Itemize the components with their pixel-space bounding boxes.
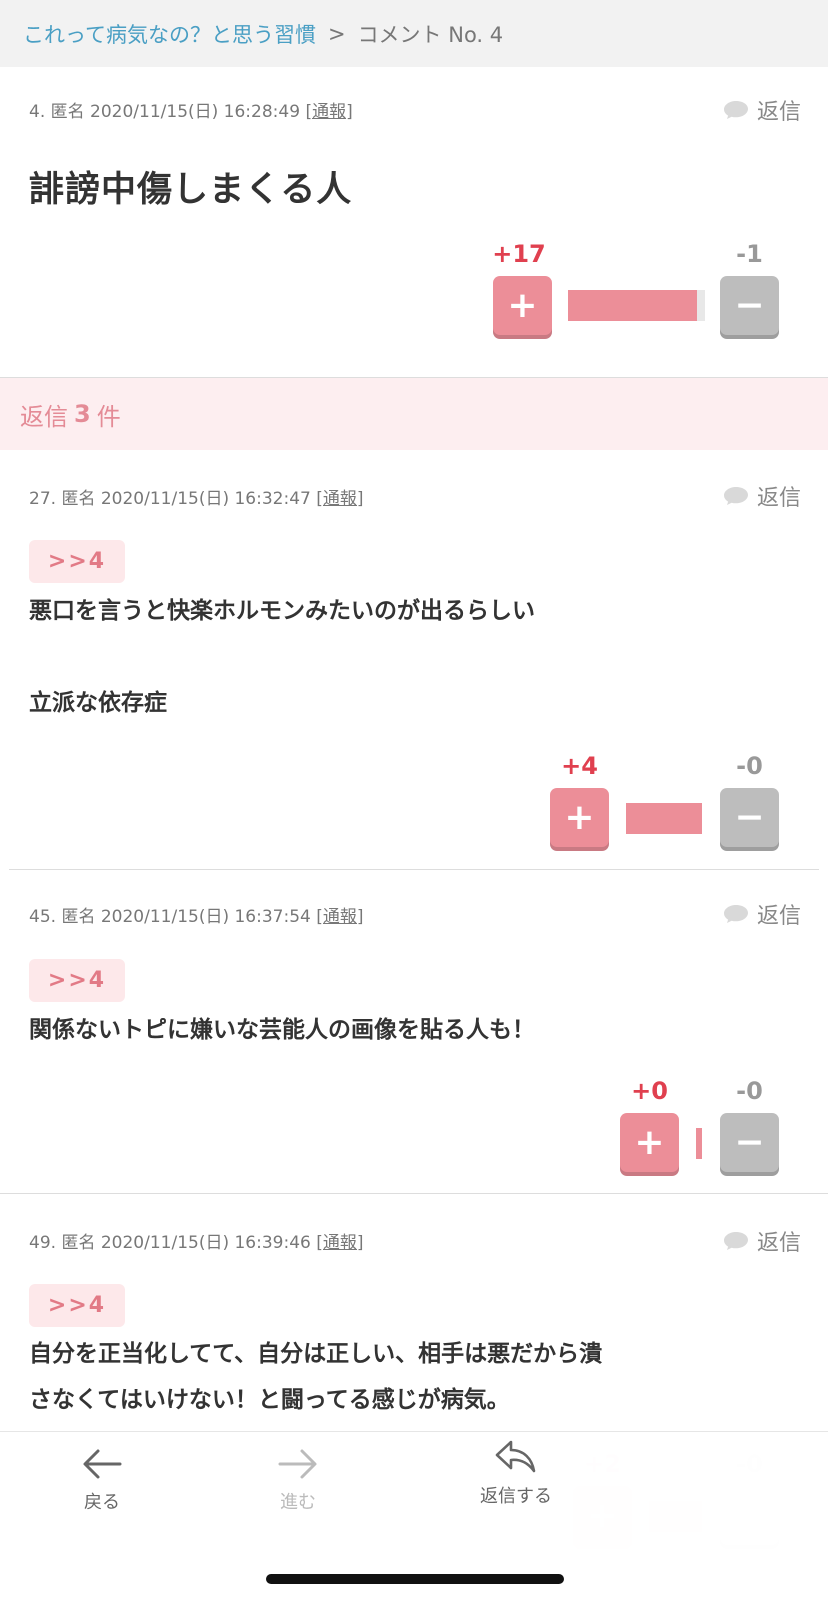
forward-label: 進む — [280, 1492, 316, 1513]
divider — [9, 869, 819, 870]
replies-header: 返信 3 件 — [0, 378, 828, 450]
anchor-link[interactable]: >>4 — [29, 1284, 125, 1327]
comment-text: 関係ないトピに嫌いな芸能人の画像を貼る人も！ — [29, 1017, 535, 1043]
plus-count: +17 — [492, 240, 546, 268]
plus-icon: + — [507, 284, 538, 326]
speech-bubble-icon — [723, 487, 748, 505]
breadcrumb-current: コメント No. 4 — [357, 22, 504, 47]
minus-icon: − — [734, 284, 765, 326]
comment-meta-text: 27. 匿名 2020/11/15(日) 16:32:47 — [29, 489, 311, 509]
plus-icon: + — [564, 796, 595, 838]
reply-label: 返信 — [756, 100, 801, 125]
reply-post-button[interactable]: 返信する — [456, 1438, 576, 1508]
reply-button[interactable]: 返信 — [723, 94, 801, 126]
plus-vote-button[interactable]: + — [493, 276, 552, 335]
minus-vote-button[interactable]: − — [720, 276, 779, 335]
reply-button[interactable]: 返信 — [723, 480, 801, 512]
anchor-link[interactable]: >>4 — [29, 959, 125, 1002]
plus-icon: + — [634, 1121, 665, 1163]
minus-vote-button[interactable]: − — [720, 1113, 779, 1172]
comment-text: 悪口を言うと快楽ホルモンみたいのが出るらしい 立派な依存症 — [29, 598, 535, 716]
vote-ratio-bar — [626, 803, 702, 834]
speech-bubble-icon — [723, 1232, 748, 1250]
breadcrumb: これって病気なの？と思う習慣 > コメント No. 4 — [0, 0, 828, 67]
breadcrumb-separator: > — [327, 21, 346, 46]
breadcrumb-topic-link[interactable]: これって病気なの？と思う習慣 — [23, 19, 316, 49]
reply-post-label: 返信する — [480, 1486, 552, 1507]
comment-meta: 27. 匿名 2020/11/15(日) 16:32:47 [通報] — [29, 484, 364, 509]
reply-label: 返信 — [756, 486, 801, 511]
minus-count: -0 — [736, 1077, 763, 1105]
reply-arrow-icon — [495, 1440, 536, 1473]
minus-count: -1 — [736, 240, 763, 268]
speech-bubble-icon — [723, 101, 748, 119]
reply-button[interactable]: 返信 — [723, 898, 801, 930]
comment-meta: 49. 匿名 2020/11/15(日) 16:39:46 [通報] — [29, 1228, 364, 1253]
vote-ratio-fill — [626, 803, 702, 834]
comment-text: 自分を正当化してて、自分は正しい、相手は悪だから潰 さなくてはいけない！と闘って… — [29, 1341, 603, 1413]
plus-vote-button[interactable]: + — [620, 1113, 679, 1172]
vote-ratio-fill — [696, 1128, 702, 1159]
comment-meta-text: 45. 匿名 2020/11/15(日) 16:37:54 — [29, 907, 311, 927]
report-link[interactable]: [通報] — [316, 907, 363, 927]
minus-vote-button[interactable]: − — [720, 788, 779, 847]
minus-icon: − — [734, 796, 765, 838]
minus-count: -0 — [736, 752, 763, 780]
comment-text: 誹謗中傷しまくる人 — [29, 170, 353, 210]
vote-ratio-bar — [696, 1128, 702, 1159]
anchor-link[interactable]: >>4 — [29, 540, 125, 583]
plus-count: +4 — [561, 752, 598, 780]
divider — [0, 1193, 828, 1194]
comment-meta-text: 49. 匿名 2020/11/15(日) 16:39:46 — [29, 1233, 311, 1253]
reply-button[interactable]: 返信 — [723, 1225, 801, 1257]
forward-button[interactable]: 進む — [238, 1446, 358, 1514]
comment-meta: 4. 匿名 2020/11/15(日) 16:28:49 [通報] — [29, 97, 353, 122]
back-label: 戻る — [84, 1492, 120, 1513]
bottom-toolbar: 戻る 進む 返信する — [0, 1431, 828, 1598]
report-link[interactable]: [通報] — [316, 489, 363, 509]
plus-vote-button[interactable]: + — [550, 788, 609, 847]
report-link[interactable]: [通報] — [305, 102, 352, 122]
vote-ratio-bar — [568, 290, 705, 321]
back-button[interactable]: 戻る — [42, 1446, 162, 1514]
plus-count: +0 — [631, 1077, 668, 1105]
replies-header-suffix: 件 — [96, 402, 121, 431]
vote-ratio-fill — [568, 290, 698, 321]
comment-meta-text: 4. 匿名 2020/11/15(日) 16:28:49 — [29, 102, 301, 122]
arrow-left-icon — [83, 1449, 122, 1479]
reply-label: 返信 — [756, 904, 801, 929]
speech-bubble-icon — [723, 905, 748, 923]
reply-label: 返信 — [756, 1231, 801, 1256]
arrow-right-icon — [278, 1449, 317, 1479]
replies-count: 3 — [74, 400, 91, 428]
replies-header-prefix: 返信 — [20, 402, 68, 431]
report-link[interactable]: [通報] — [316, 1233, 363, 1253]
minus-icon: − — [734, 1121, 765, 1163]
comment-meta: 45. 匿名 2020/11/15(日) 16:37:54 [通報] — [29, 902, 364, 927]
home-indicator — [266, 1574, 564, 1584]
